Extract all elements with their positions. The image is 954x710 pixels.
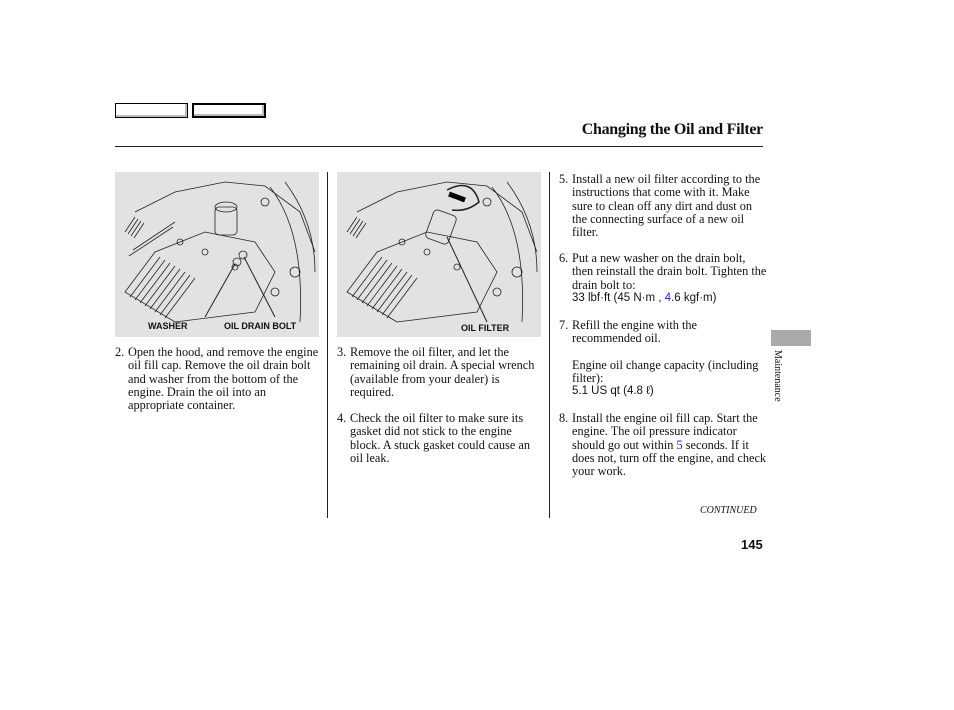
torque-spec-text: 33 lbf·ft (45 N·m , xyxy=(572,291,665,304)
step-number: 5. xyxy=(559,172,569,186)
section-label: Maintenance xyxy=(772,350,783,402)
page-title: Changing the Oil and Filter xyxy=(581,121,764,138)
step-4: 4. Check the oil filter to make sure its… xyxy=(337,411,542,465)
step-3: 3. Remove the oil filter, and let the re… xyxy=(337,345,542,399)
oil-filter-label: OIL FILTER xyxy=(461,323,510,333)
oil-drain-bolt-label: OIL DRAIN BOLT xyxy=(224,321,297,331)
torque-spec: 33 lbf·ft (45 N·m , 4.6 kgf·m) xyxy=(572,292,769,305)
title-rule xyxy=(115,146,763,147)
step-number: 7. xyxy=(559,318,569,332)
nav-box-previous[interactable] xyxy=(115,103,188,118)
continued-label: CONTINUED xyxy=(700,505,757,516)
step-2: 2. Open the hood, and remove the engine … xyxy=(115,345,320,413)
section-tab[interactable] xyxy=(771,330,811,346)
column-divider xyxy=(327,172,328,518)
oil-filter-illustration: OIL FILTER xyxy=(337,172,541,337)
step-number: 3. xyxy=(337,345,347,359)
step-text: Check the oil filter to make sure its ga… xyxy=(350,411,530,465)
capacity-spec: 5.1 US qt (4.8 ℓ) xyxy=(572,385,654,398)
step-6: 6. Put a new washer on the drain bolt, t… xyxy=(559,251,769,305)
step-7: 7. Refill the engine with the recommende… xyxy=(559,318,769,398)
washer-label: WASHER xyxy=(148,321,188,331)
drain-bolt-illustration: WASHER OIL DRAIN BOLT xyxy=(115,172,319,337)
step-text: Open the hood, and remove the engine oil… xyxy=(128,345,319,413)
step-text: Install the engine oil fill cap. Start t… xyxy=(572,411,769,478)
step-text: Remove the oil filter, and let the remai… xyxy=(350,345,535,399)
step-text: Put a new washer on the drain bolt, then… xyxy=(572,251,767,292)
capacity-note: Engine oil change capacity (including fi… xyxy=(572,357,759,385)
column-divider xyxy=(549,172,550,518)
torque-spec-text: .6 kgf·m) xyxy=(671,291,717,304)
step-text: Install a new oil filter according to th… xyxy=(572,172,761,240)
step-8: 8. Install the engine oil fill cap. Star… xyxy=(559,411,769,478)
step-number: 2. xyxy=(115,345,125,359)
step-number: 4. xyxy=(337,411,347,425)
engine-drawing-icon xyxy=(346,181,538,323)
page-number: 145 xyxy=(741,537,763,552)
nav-box-next[interactable] xyxy=(192,103,266,118)
step-5: 5. Install a new oil filter according to… xyxy=(559,172,769,240)
step-text: Refill the engine with the recommended o… xyxy=(572,318,697,346)
step-number: 8. xyxy=(559,411,569,425)
step-number: 6. xyxy=(559,251,569,265)
engine-drawing-icon xyxy=(124,181,316,323)
